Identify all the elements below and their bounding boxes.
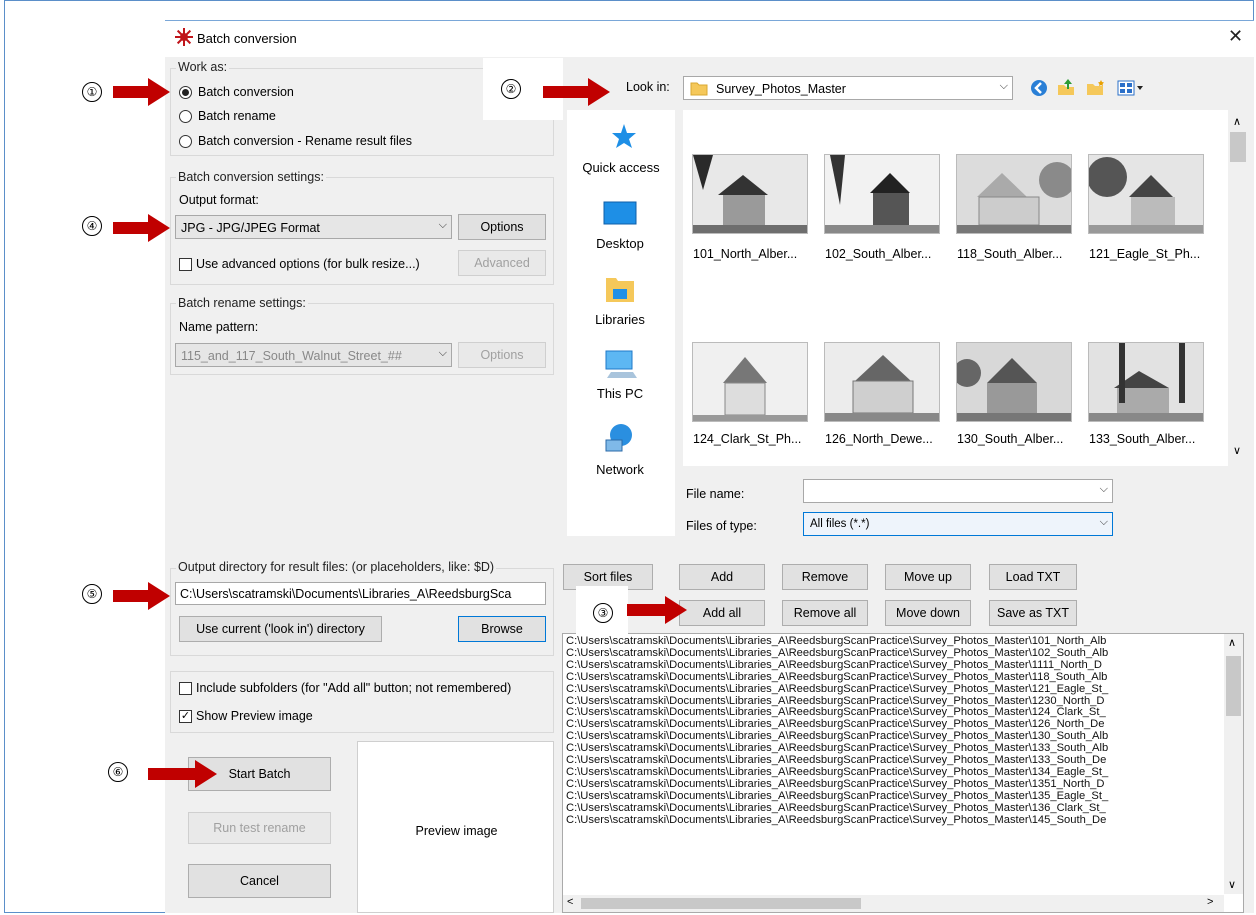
file-list-item[interactable]: C:\Users\scatramski\Documents\Libraries_… [566,648,1222,660]
file-list-item[interactable]: C:\Users\scatramski\Documents\Libraries_… [566,803,1222,815]
file-list-item[interactable]: C:\Users\scatramski\Documents\Libraries_… [566,684,1222,696]
file-list-item[interactable]: C:\Users\scatramski\Documents\Libraries_… [566,672,1222,684]
file-list-item[interactable]: C:\Users\scatramski\Documents\Libraries_… [566,779,1222,791]
file-list-item[interactable]: C:\Users\scatramski\Documents\Libraries_… [566,660,1222,672]
file-list-item[interactable]: C:\Users\scatramski\Documents\Libraries_… [566,755,1222,767]
file-list-item[interactable]: C:\Users\scatramski\Documents\Libraries_… [566,791,1222,803]
red-arrow-icon [113,78,170,106]
file-list-item[interactable]: C:\Users\scatramski\Documents\Libraries_… [566,696,1222,708]
red-arrow-icon [113,214,170,242]
red-arrow-icon [627,596,687,624]
file-list-item[interactable]: C:\Users\scatramski\Documents\Libraries_… [566,815,1222,827]
file-list-item[interactable]: C:\Users\scatramski\Documents\Libraries_… [566,719,1222,731]
red-arrow-icon [148,760,217,788]
file-list-item[interactable]: C:\Users\scatramski\Documents\Libraries_… [566,743,1222,755]
file-list-item[interactable]: C:\Users\scatramski\Documents\Libraries_… [566,636,1222,648]
file-list-item[interactable]: C:\Users\scatramski\Documents\Libraries_… [566,707,1222,719]
file-list-item[interactable]: C:\Users\scatramski\Documents\Libraries_… [566,731,1222,743]
red-arrow-icon [113,582,170,610]
file-list-item[interactable]: C:\Users\scatramski\Documents\Libraries_… [566,767,1222,779]
red-arrow-icon [543,78,610,106]
